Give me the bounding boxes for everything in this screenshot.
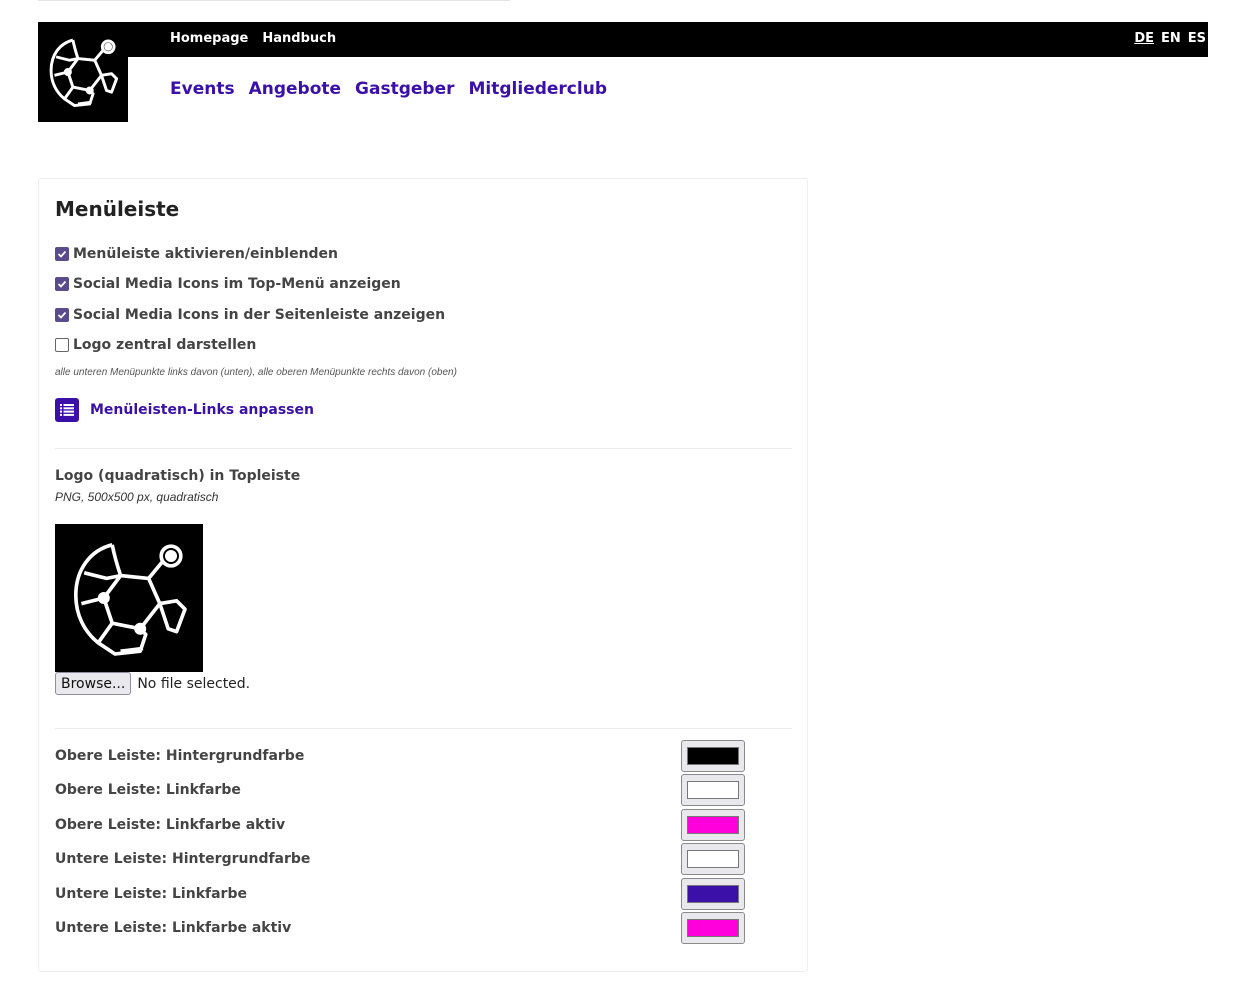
color-picker[interactable] [681,843,745,875]
nav-link-mitgliederclub[interactable]: Mitgliederclub [469,79,607,99]
logo-section-title: Logo (quadratisch) in Topleiste [55,468,301,484]
color-swatch [687,816,739,834]
lang-de[interactable]: DE [1134,31,1154,46]
checkbox-label: Social Media Icons in der Seitenleiste a… [73,307,446,323]
color-picker[interactable] [681,912,745,944]
logo-preview-image [55,524,203,672]
color-picker[interactable] [681,809,745,841]
section-divider [55,728,792,729]
menu-settings-panel: Menüleiste Menüleiste aktivieren/einblen… [38,178,808,972]
color-picker[interactable] [681,774,745,806]
nav-link-events[interactable]: Events [170,79,235,99]
color-swatch [687,747,739,765]
color-label: Obere Leiste: Linkfarbe [55,782,241,798]
color-label: Untere Leiste: Hintergrundfarbe [55,851,311,867]
checkbox-menu-enable[interactable]: Menüleiste aktivieren/einblenden [55,246,338,262]
color-row-bottom-bg: Untere Leiste: Hintergrundfarbe [55,843,745,883]
color-label: Untere Leiste: Linkfarbe aktiv [55,920,292,936]
soccer-ball-icon [49,38,119,108]
section-divider [55,448,792,449]
list-icon [55,398,79,422]
color-picker[interactable] [681,740,745,772]
color-label: Obere Leiste: Linkfarbe aktiv [55,817,286,833]
checkbox-logo-center[interactable]: Logo zentral darstellen [55,337,256,353]
panel-title: Menüleiste [55,197,180,221]
color-row-bottom-link-active: Untere Leiste: Linkfarbe aktiv [55,912,745,952]
color-row-bottom-link: Untere Leiste: Linkfarbe [55,878,745,918]
color-label: Obere Leiste: Hintergrundfarbe [55,748,305,764]
color-swatch [687,850,739,868]
site-header: Homepage Handbuch DE EN ES Events Angebo… [38,22,1208,122]
checkbox-checked-icon[interactable] [55,308,69,322]
checkbox-label: Social Media Icons im Top-Menü anzeigen [73,276,401,292]
top-nav: Homepage Handbuch [170,31,336,46]
browse-button[interactable]: Browse... [55,672,132,695]
checkbox-label: Logo zentral darstellen [73,337,257,353]
color-swatch [687,885,739,903]
color-label: Untere Leiste: Linkfarbe [55,886,247,902]
checkbox-unchecked-icon[interactable] [55,338,69,352]
checkbox-label: Menüleiste aktivieren/einblenden [73,246,339,262]
checkbox-checked-icon[interactable] [55,277,69,291]
lang-en[interactable]: EN [1161,31,1181,46]
color-row-top-link-active: Obere Leiste: Linkfarbe aktiv [55,809,745,849]
logo-section-subtitle: PNG, 500x500 px, quadratisch [55,490,219,504]
nav-link-angebote[interactable]: Angebote [249,79,341,99]
top-divider [38,0,510,1]
top-link-homepage[interactable]: Homepage [170,31,248,46]
color-picker[interactable] [681,878,745,910]
logo-file-input: Browse... No file selected. [55,672,250,695]
logo-center-note: alle unteren Menüpunkte links davon (unt… [55,367,457,378]
nav-link-gastgeber[interactable]: Gastgeber [355,79,454,99]
site-logo[interactable] [38,22,128,122]
color-swatch [687,781,739,799]
file-status: No file selected. [137,675,251,692]
color-row-top-link: Obere Leiste: Linkfarbe [55,774,745,814]
lang-es[interactable]: ES [1188,31,1206,46]
language-switcher: DE EN ES [1134,31,1206,46]
main-nav: Events Angebote Gastgeber Mitgliederclub [170,79,607,99]
checkbox-social-sidebar[interactable]: Social Media Icons in der Seitenleiste a… [55,307,445,323]
soccer-ball-icon [73,543,187,656]
checkbox-checked-icon[interactable] [55,247,69,261]
adjust-menu-links-button[interactable]: Menüleisten-Links anpassen [55,398,314,422]
top-link-handbuch[interactable]: Handbuch [262,31,336,46]
color-swatch [687,919,739,937]
color-row-top-bg: Obere Leiste: Hintergrundfarbe [55,740,745,780]
adjust-menu-links-label: Menüleisten-Links anpassen [90,402,314,418]
checkbox-social-top-menu[interactable]: Social Media Icons im Top-Menü anzeigen [55,276,401,292]
